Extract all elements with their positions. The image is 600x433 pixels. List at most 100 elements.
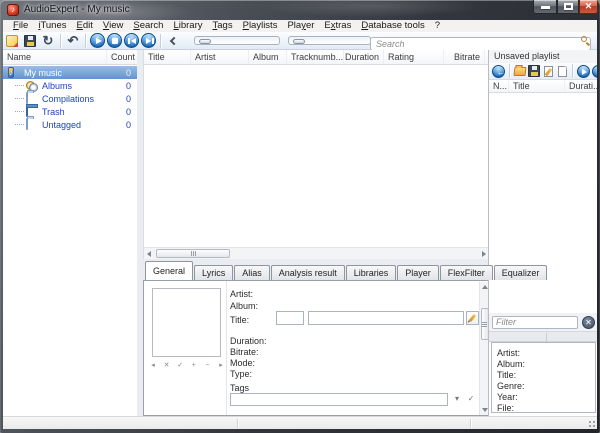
tree-item-trash[interactable]: Trash 0 (3, 105, 137, 118)
seek-slider[interactable] (194, 36, 280, 45)
tab-flexfilter[interactable]: FlexFilter (440, 265, 493, 280)
seek-slider-thumb[interactable] (199, 39, 211, 44)
open-playlist-button[interactable] (513, 63, 527, 79)
play-icon (96, 38, 102, 44)
column-count[interactable]: Count (107, 50, 137, 64)
column-album[interactable]: Album (249, 50, 287, 64)
maximize-icon (564, 3, 573, 10)
collapse-button[interactable] (164, 33, 182, 49)
playlist-items (489, 93, 597, 313)
column-bitrate[interactable]: Bitrate (444, 50, 485, 64)
column-artist[interactable]: Artist (191, 50, 249, 64)
menu-playlists[interactable]: Playlists (238, 20, 283, 32)
art-apply-button[interactable]: ✓ (175, 361, 185, 370)
refresh-button[interactable]: ↻ (39, 33, 57, 49)
new-playlist-button[interactable] (555, 63, 569, 79)
playlist-play-button[interactable] (577, 65, 590, 78)
close-button[interactable]: ✕ (579, 0, 598, 14)
minimize-button[interactable] (533, 0, 557, 14)
undo-button[interactable]: ↶ (64, 33, 82, 49)
next-track-button[interactable] (141, 33, 156, 48)
column-name[interactable]: Name (3, 50, 107, 64)
title-input[interactable] (308, 311, 464, 325)
filter-input[interactable] (492, 316, 578, 329)
back-arrow-icon: ← (495, 67, 508, 78)
maximize-button[interactable] (557, 0, 579, 14)
volume-slider-thumb[interactable] (293, 39, 305, 44)
toolbar-separator (60, 34, 61, 48)
save-playlist-button[interactable] (527, 63, 541, 79)
menu-itunes[interactable]: iTunes (33, 20, 71, 32)
column-rating[interactable]: Rating (384, 50, 444, 64)
menu-player[interactable]: Player (282, 20, 319, 32)
undo-icon: ↶ (68, 34, 79, 47)
track-number-input[interactable] (276, 311, 304, 325)
art-delete-button[interactable]: ✕ (162, 361, 172, 370)
tree-item-label: Albums (42, 81, 72, 91)
art-prev-button[interactable]: ◂ (148, 361, 158, 370)
tab-alias[interactable]: Alias (234, 265, 270, 280)
tree-item-untagged[interactable]: Untagged 0 (3, 118, 137, 131)
tags-input[interactable] (230, 393, 448, 406)
clear-filter-icon[interactable]: ✕ (582, 316, 595, 329)
tab-general[interactable]: General (145, 261, 193, 280)
volume-slider[interactable] (288, 36, 371, 45)
previous-track-button[interactable] (124, 33, 139, 48)
bitrate-label: Bitrate: (230, 347, 259, 357)
album-art-nav: ◂ ✕ ✓ + − ▸ (148, 361, 226, 370)
edit-playlist-button[interactable] (541, 63, 555, 79)
menu-view[interactable]: View (98, 20, 128, 32)
tree-item-compilations[interactable]: Compilations 0 (3, 92, 137, 105)
menu-library[interactable]: Library (168, 20, 207, 32)
column-duration[interactable]: Duration (344, 50, 384, 64)
column-title[interactable]: Title (144, 50, 191, 64)
menu-file[interactable]: File (8, 20, 33, 32)
save-button[interactable] (21, 33, 39, 49)
stop-button[interactable] (107, 33, 122, 48)
art-next-button[interactable]: ▸ (216, 361, 226, 370)
edit-title-button[interactable] (466, 311, 479, 325)
playlist-next-button[interactable] (592, 65, 597, 78)
column-duration[interactable]: Durati... (565, 80, 597, 92)
column-tracknumber[interactable]: Tracknumb... (287, 50, 344, 64)
tab-player[interactable]: Player (397, 265, 439, 280)
tree-item-albums[interactable]: Albums 0 (3, 79, 137, 92)
art-remove-button[interactable]: − (202, 361, 212, 370)
toolbar-separator (160, 34, 161, 48)
playlist-info-splitter[interactable] (489, 331, 597, 342)
menu-database-tools[interactable]: Database tools (356, 20, 429, 32)
app-icon[interactable]: ♪ (7, 4, 19, 16)
new-button[interactable] (3, 33, 21, 49)
tags-dropdown-button[interactable]: ▾ (451, 393, 463, 405)
detail-section: General Lyrics Alias Analysis result Lib… (143, 259, 489, 416)
tab-libraries[interactable]: Libraries (346, 265, 397, 280)
menu-search[interactable]: Search (128, 20, 168, 32)
playlist-title: Unsaved playlist (489, 50, 597, 63)
resize-grip[interactable] (587, 419, 595, 427)
menu-extras[interactable]: Extras (319, 20, 356, 32)
search-icon[interactable] (581, 36, 587, 42)
info-genre-label: Genre: (497, 381, 595, 392)
menu-tags[interactable]: Tags (208, 20, 238, 32)
tab-lyrics[interactable]: Lyrics (194, 265, 233, 280)
app-window: ♪ AudioExpert - My music ✕ File iTunes E… (0, 0, 600, 433)
menu-edit[interactable]: Edit (72, 20, 98, 32)
tab-equalizer[interactable]: Equalizer (494, 265, 548, 280)
art-add-button[interactable]: + (189, 361, 199, 370)
info-title-label: Title: (497, 370, 595, 381)
scrollbar-thumb[interactable] (156, 249, 230, 258)
playlist-header: N... Title Durati... (489, 80, 597, 93)
title-bar[interactable]: ♪ AudioExpert - My music ✕ (0, 0, 600, 20)
playlist-back-button[interactable]: ← (492, 65, 505, 78)
scroll-left-arrow[interactable] (144, 249, 154, 259)
play-button[interactable] (90, 33, 105, 48)
tab-analysis-result[interactable]: Analysis result (271, 265, 345, 280)
menu-help[interactable]: ? (430, 20, 445, 32)
tags-apply-button[interactable]: ✓ (465, 393, 477, 405)
info-file-label: File: (497, 403, 595, 414)
horizontal-scrollbar[interactable] (144, 247, 489, 259)
column-title[interactable]: Title (509, 80, 565, 92)
tree-item-my-music[interactable]: ♪ My music 0 (3, 66, 137, 79)
column-number[interactable]: N... (489, 80, 509, 92)
search-input[interactable] (370, 37, 591, 51)
